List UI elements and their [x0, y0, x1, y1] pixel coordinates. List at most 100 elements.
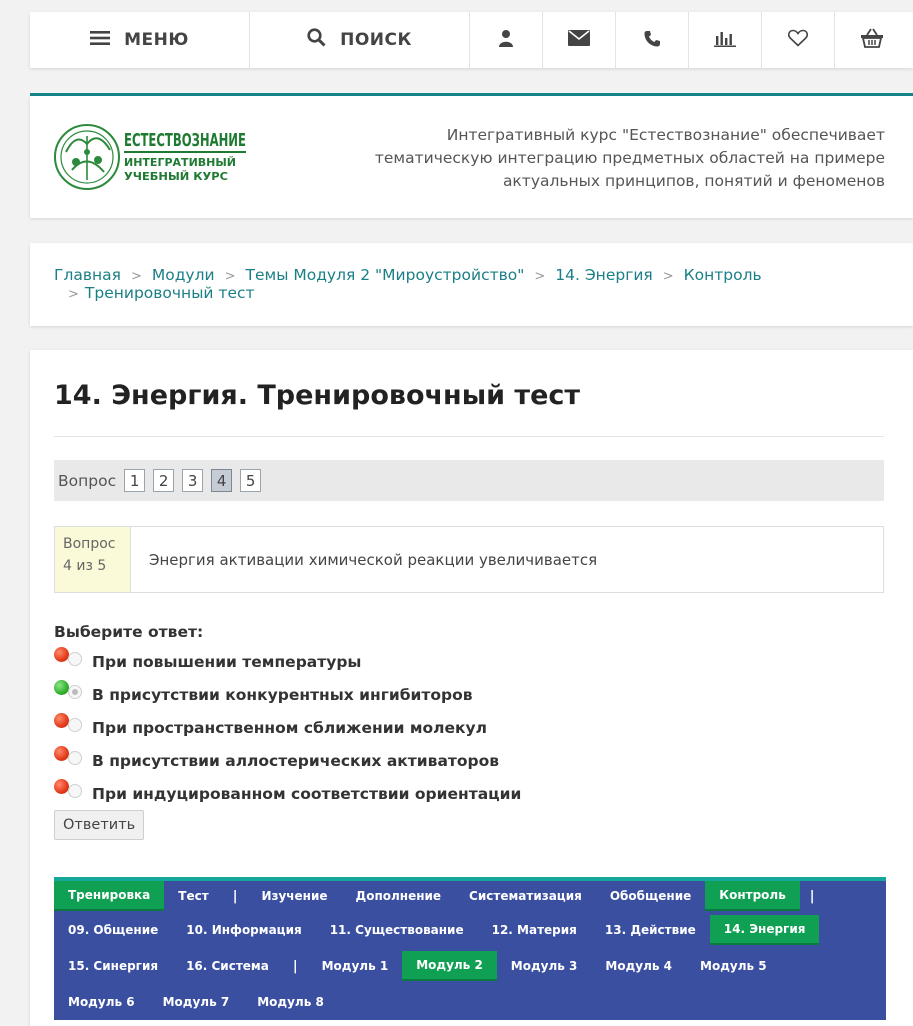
breadcrumb: Главная > Модули > Темы Модуля 2 "Мироустрой… [54, 267, 854, 303]
breadcrumb-separator: > [224, 269, 236, 284]
question-nav-label: Вопрос [58, 471, 117, 490]
mail-icon [568, 30, 590, 50]
question-button-3[interactable]: 3 [182, 469, 204, 492]
question-navigation: Вопрос 1 2 3 4 5 [54, 460, 884, 501]
question-button-5[interactable]: 5 [240, 469, 262, 492]
answer-label: При повышении температуры [92, 652, 362, 671]
incorrect-marker-icon [54, 746, 69, 761]
answer-radio[interactable] [68, 751, 82, 765]
answer-label: В присутствии аллостерических активаторо… [92, 751, 500, 770]
question-counter-label: Вопрос [63, 536, 116, 552]
submit-answer-button[interactable]: Ответить [54, 810, 145, 840]
question-button-4[interactable]: 4 [211, 469, 233, 492]
question-button-1[interactable]: 1 [124, 469, 146, 492]
incorrect-marker-icon [54, 779, 69, 794]
answer-radio[interactable] [68, 652, 82, 666]
nav-item-module-7[interactable]: Модуль 7 [149, 987, 244, 1017]
answer-option[interactable]: При пространственном сближении молекул [54, 711, 521, 744]
question-box: Вопрос 4 из 5 Энергия активации химическ… [54, 526, 884, 593]
basket-icon [860, 28, 883, 52]
nav-item-control[interactable]: Контроль [705, 881, 800, 911]
breadcrumb-separator: > [130, 269, 142, 284]
nav-item-topic-09[interactable]: 09. Общение [54, 915, 172, 945]
breadcrumb-card: Главная > Модули > Темы Модуля 2 "Мироустрой… [30, 243, 913, 326]
nav-item-test[interactable]: Тест [164, 881, 222, 911]
nav-item-module-8[interactable]: Модуль 8 [243, 987, 338, 1017]
answer-label: При индуцированном соответствии ориентац… [92, 784, 522, 803]
breadcrumb-link-module2-topics[interactable]: Темы Модуля 2 "Мироустройство" [246, 266, 525, 284]
answer-radio[interactable] [68, 718, 82, 732]
nav-row-topics: 09. Общение 10. Информация 11. Существов… [54, 915, 820, 945]
test-card: 14. Энергия. Тренировочный тест Вопрос 1… [30, 350, 913, 1026]
answer-option[interactable]: При индуцированном соответствии ориентац… [54, 777, 521, 810]
nav-item-topic-13[interactable]: 13. Действие [591, 915, 710, 945]
incorrect-marker-icon [54, 647, 69, 662]
nav-item-topic-10[interactable]: 10. Информация [172, 915, 315, 945]
nav-row-modules-2: Модуль 6 Модуль 7 Модуль 8 [54, 987, 338, 1017]
answer-radio[interactable] [68, 685, 82, 699]
nav-row-sections: Тренировка Тест | Изучение Дополнение Си… [54, 881, 825, 911]
answer-option[interactable]: В присутствии аллостерических активаторо… [54, 744, 521, 777]
breadcrumb-link-control[interactable]: Контроль [684, 266, 762, 284]
question-button-2[interactable]: 2 [153, 469, 175, 492]
question-text: Энергия активации химической реакции уве… [149, 550, 598, 569]
answer-option[interactable]: В присутствии конкурентных ингибиторов [54, 678, 521, 711]
logo-line2: ИНТЕГРАТИВНЫЙ [124, 156, 236, 169]
answer-label: В присутствии конкурентных ингибиторов [92, 685, 473, 704]
hamburger-icon [90, 30, 111, 51]
menu-button[interactable]: МЕНЮ [30, 12, 250, 68]
breadcrumb-current: Тренировочный тест [84, 284, 255, 302]
title-divider [54, 436, 884, 437]
nav-separator: | [809, 888, 815, 904]
cart-button[interactable] [835, 12, 908, 68]
logo-line3: УЧЕБНЫЙ КУРС [124, 170, 228, 183]
nav-item-systematization[interactable]: Систематизация [455, 881, 596, 911]
chart-icon [714, 30, 736, 51]
answer-list: При повышении температуры В присутствии … [54, 645, 521, 810]
nav-item-generalization[interactable]: Обобщение [596, 881, 705, 911]
nav-item-topic-14[interactable]: 14. Энергия [709, 915, 820, 945]
section-navigation: Тренировка Тест | Изучение Дополнение Си… [54, 877, 886, 1020]
account-button[interactable] [470, 12, 543, 68]
breadcrumb-separator: > [662, 269, 674, 284]
mail-button[interactable] [543, 12, 616, 68]
nav-item-module-6[interactable]: Модуль 6 [54, 987, 149, 1017]
nav-item-supplement[interactable]: Дополнение [342, 881, 456, 911]
question-counter-value: 4 из 5 [63, 558, 107, 574]
answer-option[interactable]: При повышении температуры [54, 645, 521, 678]
breadcrumb-link-energy[interactable]: 14. Энергия [555, 266, 652, 284]
nav-separator: | [292, 958, 298, 974]
breadcrumb-separator: > [68, 287, 79, 302]
search-icon [307, 28, 326, 52]
question-counter: Вопрос 4 из 5 [55, 527, 131, 592]
nav-separator: | [232, 888, 238, 904]
page-title: 14. Энергия. Тренировочный тест [54, 380, 581, 411]
nav-item-module-5[interactable]: Модуль 5 [686, 951, 781, 981]
user-icon [498, 29, 514, 51]
search-button[interactable]: ПОИСК [250, 12, 470, 68]
nav-item-topic-12[interactable]: 12. Материя [478, 915, 591, 945]
top-toolbar: МЕНЮ ПОИСК [30, 12, 913, 68]
nav-item-module-2[interactable]: Модуль 2 [402, 951, 497, 981]
breadcrumb-link-home[interactable]: Главная [54, 266, 121, 284]
search-label: ПОИСК [340, 30, 412, 50]
menu-label: МЕНЮ [124, 30, 189, 50]
answer-radio[interactable] [68, 784, 82, 798]
nav-item-study[interactable]: Изучение [247, 881, 341, 911]
phone-button[interactable] [616, 12, 689, 68]
nav-item-module-4[interactable]: Модуль 4 [591, 951, 686, 981]
nav-item-training[interactable]: Тренировка [54, 881, 165, 911]
nav-item-topic-11[interactable]: 11. Существование [316, 915, 478, 945]
nav-item-module-1[interactable]: Модуль 1 [308, 951, 403, 981]
heart-icon [787, 29, 809, 51]
nav-item-topic-15[interactable]: 15. Синергия [54, 951, 172, 981]
statistics-button[interactable] [689, 12, 762, 68]
site-tagline: Интегративный курс "Естествознание" обес… [374, 126, 885, 190]
nav-item-topic-16[interactable]: 16. Система [172, 951, 283, 981]
nav-item-module-3[interactable]: Модуль 3 [497, 951, 592, 981]
favorites-button[interactable] [762, 12, 835, 68]
incorrect-marker-icon [54, 713, 69, 728]
breadcrumb-separator: > [534, 269, 546, 284]
breadcrumb-link-modules[interactable]: Модули [152, 266, 215, 284]
site-logo[interactable]: ЕСТЕСТВОЗНАНИЕ ИНТЕГРАТИВНЫЙ УЧЕБНЫЙ КУР… [52, 122, 252, 192]
